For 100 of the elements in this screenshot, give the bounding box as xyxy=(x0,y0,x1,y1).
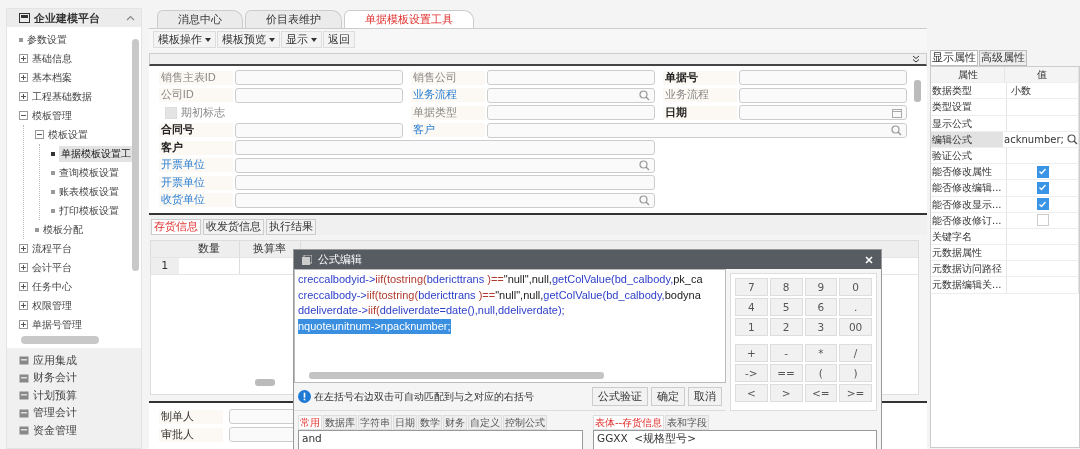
close-icon[interactable] xyxy=(865,255,873,264)
keypad-key[interactable]: 4 xyxy=(735,298,768,316)
keypad-key[interactable]: > xyxy=(769,384,803,402)
expand-icon[interactable] xyxy=(19,244,28,253)
tab[interactable]: 财务 xyxy=(443,415,467,430)
tab[interactable]: 显示属性 xyxy=(930,50,978,66)
tree-item[interactable]: 任务中心 xyxy=(32,279,72,294)
search-icon[interactable] xyxy=(1066,133,1078,145)
keypad-key[interactable]: < xyxy=(735,384,768,402)
scrollbar[interactable] xyxy=(131,39,139,271)
tree-item[interactable]: 打印模板设置 xyxy=(59,203,119,218)
column-header[interactable]: 数量 xyxy=(178,240,240,257)
property-name[interactable]: 验证公式 xyxy=(931,147,1007,164)
keypad-key[interactable]: - xyxy=(769,344,803,362)
list-item[interactable]: GGXX <规格型号> xyxy=(597,432,873,446)
tab[interactable]: 字符串 xyxy=(358,415,392,430)
tab[interactable]: 表和字段 xyxy=(665,415,710,430)
tree-item[interactable]: 账表模板设置 xyxy=(59,184,119,199)
keypad-key[interactable]: 00 xyxy=(839,318,872,336)
tab[interactable]: 收发货信息 xyxy=(202,218,264,235)
module-item[interactable]: 计划预算 xyxy=(33,388,77,403)
calendar-icon[interactable] xyxy=(891,107,902,118)
return-button[interactable]: 返回 xyxy=(322,31,355,48)
collapse-icon[interactable] xyxy=(35,130,44,139)
keypad-key[interactable]: 3 xyxy=(804,318,838,336)
expand-icon[interactable] xyxy=(19,92,28,101)
input-field[interactable] xyxy=(234,122,403,138)
field-label[interactable]: 收货单位 xyxy=(158,193,233,208)
tab[interactable]: 表体--存货信息 xyxy=(593,415,665,430)
keypad-key[interactable]: 0 xyxy=(839,278,872,296)
scrollbar[interactable] xyxy=(254,379,275,386)
field-label[interactable]: 客户 xyxy=(410,123,485,138)
dialog-button[interactable]: 取消 xyxy=(688,387,722,406)
keypad-key[interactable]: >= xyxy=(839,384,872,402)
property-name[interactable]: 元数据属性 xyxy=(931,245,1007,261)
expand-icon[interactable] xyxy=(19,263,28,272)
property-name[interactable]: 元数据编辑关... xyxy=(931,277,1007,293)
expand-icon[interactable] xyxy=(19,54,28,63)
tree-item[interactable]: 模板设置 xyxy=(48,127,88,142)
field-label[interactable]: 业务流程 xyxy=(410,88,485,103)
code-editor[interactable] xyxy=(294,269,726,383)
keypad-key[interactable]: 5 xyxy=(769,298,803,316)
scrollbar[interactable] xyxy=(21,336,99,344)
property-name[interactable]: 能否修改显示... xyxy=(931,196,1007,212)
tab[interactable]: 存货信息 xyxy=(150,218,201,235)
input-field[interactable] xyxy=(234,175,655,191)
keypad-key[interactable]: 7 xyxy=(735,278,768,296)
property-name[interactable]: 显示公式 xyxy=(931,115,1007,131)
tab[interactable]: 价目表维护 xyxy=(244,10,342,28)
tab[interactable]: 日期 xyxy=(393,415,417,430)
expand-icon[interactable] xyxy=(19,320,28,329)
dialog-button[interactable]: 确定 xyxy=(651,387,685,406)
keypad-key[interactable]: <= xyxy=(804,384,838,402)
tree-item[interactable]: 权限管理 xyxy=(32,298,72,313)
input-field[interactable] xyxy=(234,157,655,173)
keypad-key[interactable]: * xyxy=(804,344,838,362)
input-field[interactable] xyxy=(234,70,403,86)
input-field[interactable] xyxy=(234,140,655,156)
tab[interactable]: 自定义 xyxy=(468,415,502,430)
keypad-key[interactable]: ( xyxy=(804,364,838,382)
keypad-key[interactable]: 6 xyxy=(804,298,838,316)
field-label[interactable]: 开票单位 xyxy=(158,158,233,173)
dropdown-button[interactable]: 显示 xyxy=(280,31,322,48)
tab[interactable]: 消息中心 xyxy=(156,10,243,28)
input-field[interactable] xyxy=(486,105,655,121)
expand-icon[interactable] xyxy=(19,73,28,82)
collapse-icon[interactable] xyxy=(19,111,28,120)
tab[interactable]: 数据库 xyxy=(323,415,357,430)
tab[interactable]: 常用 xyxy=(298,415,322,430)
tree-item[interactable]: 参数设置 xyxy=(27,32,67,47)
dropdown-button[interactable]: 模板操作 xyxy=(152,31,216,48)
keypad-key[interactable]: / xyxy=(839,344,872,362)
input-field[interactable] xyxy=(234,192,655,208)
input-field[interactable] xyxy=(486,70,655,86)
tab[interactable]: 执行结果 xyxy=(265,218,316,235)
tab[interactable]: 高级属性 xyxy=(979,50,1027,66)
module-item[interactable]: 财务会计 xyxy=(33,371,77,386)
chevron-up-icon[interactable] xyxy=(125,15,135,21)
property-name[interactable]: 能否修改属性 xyxy=(931,164,1007,180)
scrollbar[interactable] xyxy=(309,372,604,379)
keypad-key[interactable]: 1 xyxy=(735,318,768,336)
keypad-key[interactable]: 8 xyxy=(769,278,803,296)
expand-icon[interactable] xyxy=(19,301,28,310)
dropdown-button[interactable]: 模板预览 xyxy=(216,31,280,48)
module-item[interactable]: 资金管理 xyxy=(33,423,77,438)
keypad-key[interactable]: -> xyxy=(735,364,768,382)
module-item[interactable]: 应用集成 xyxy=(33,353,77,368)
input-field[interactable] xyxy=(486,87,655,103)
checkbox[interactable] xyxy=(1037,214,1049,227)
sidebar-header[interactable]: 企业建模平台 xyxy=(7,9,141,27)
property-name[interactable]: 能否修改修订... xyxy=(931,212,1007,228)
collapse-icon[interactable] xyxy=(912,55,920,63)
tree-item[interactable]: 基本档案 xyxy=(32,70,72,85)
tree-item[interactable]: 查询模板设置 xyxy=(59,165,119,180)
scrollbar[interactable] xyxy=(914,79,921,102)
list-item[interactable]: and xyxy=(302,432,579,444)
formula-field[interactable]: acknumber; xyxy=(1002,131,1080,147)
property-name[interactable]: 类型设置 xyxy=(931,99,1007,115)
tree-item[interactable]: 流程平台 xyxy=(32,241,72,256)
keypad-key[interactable]: . xyxy=(839,298,872,316)
